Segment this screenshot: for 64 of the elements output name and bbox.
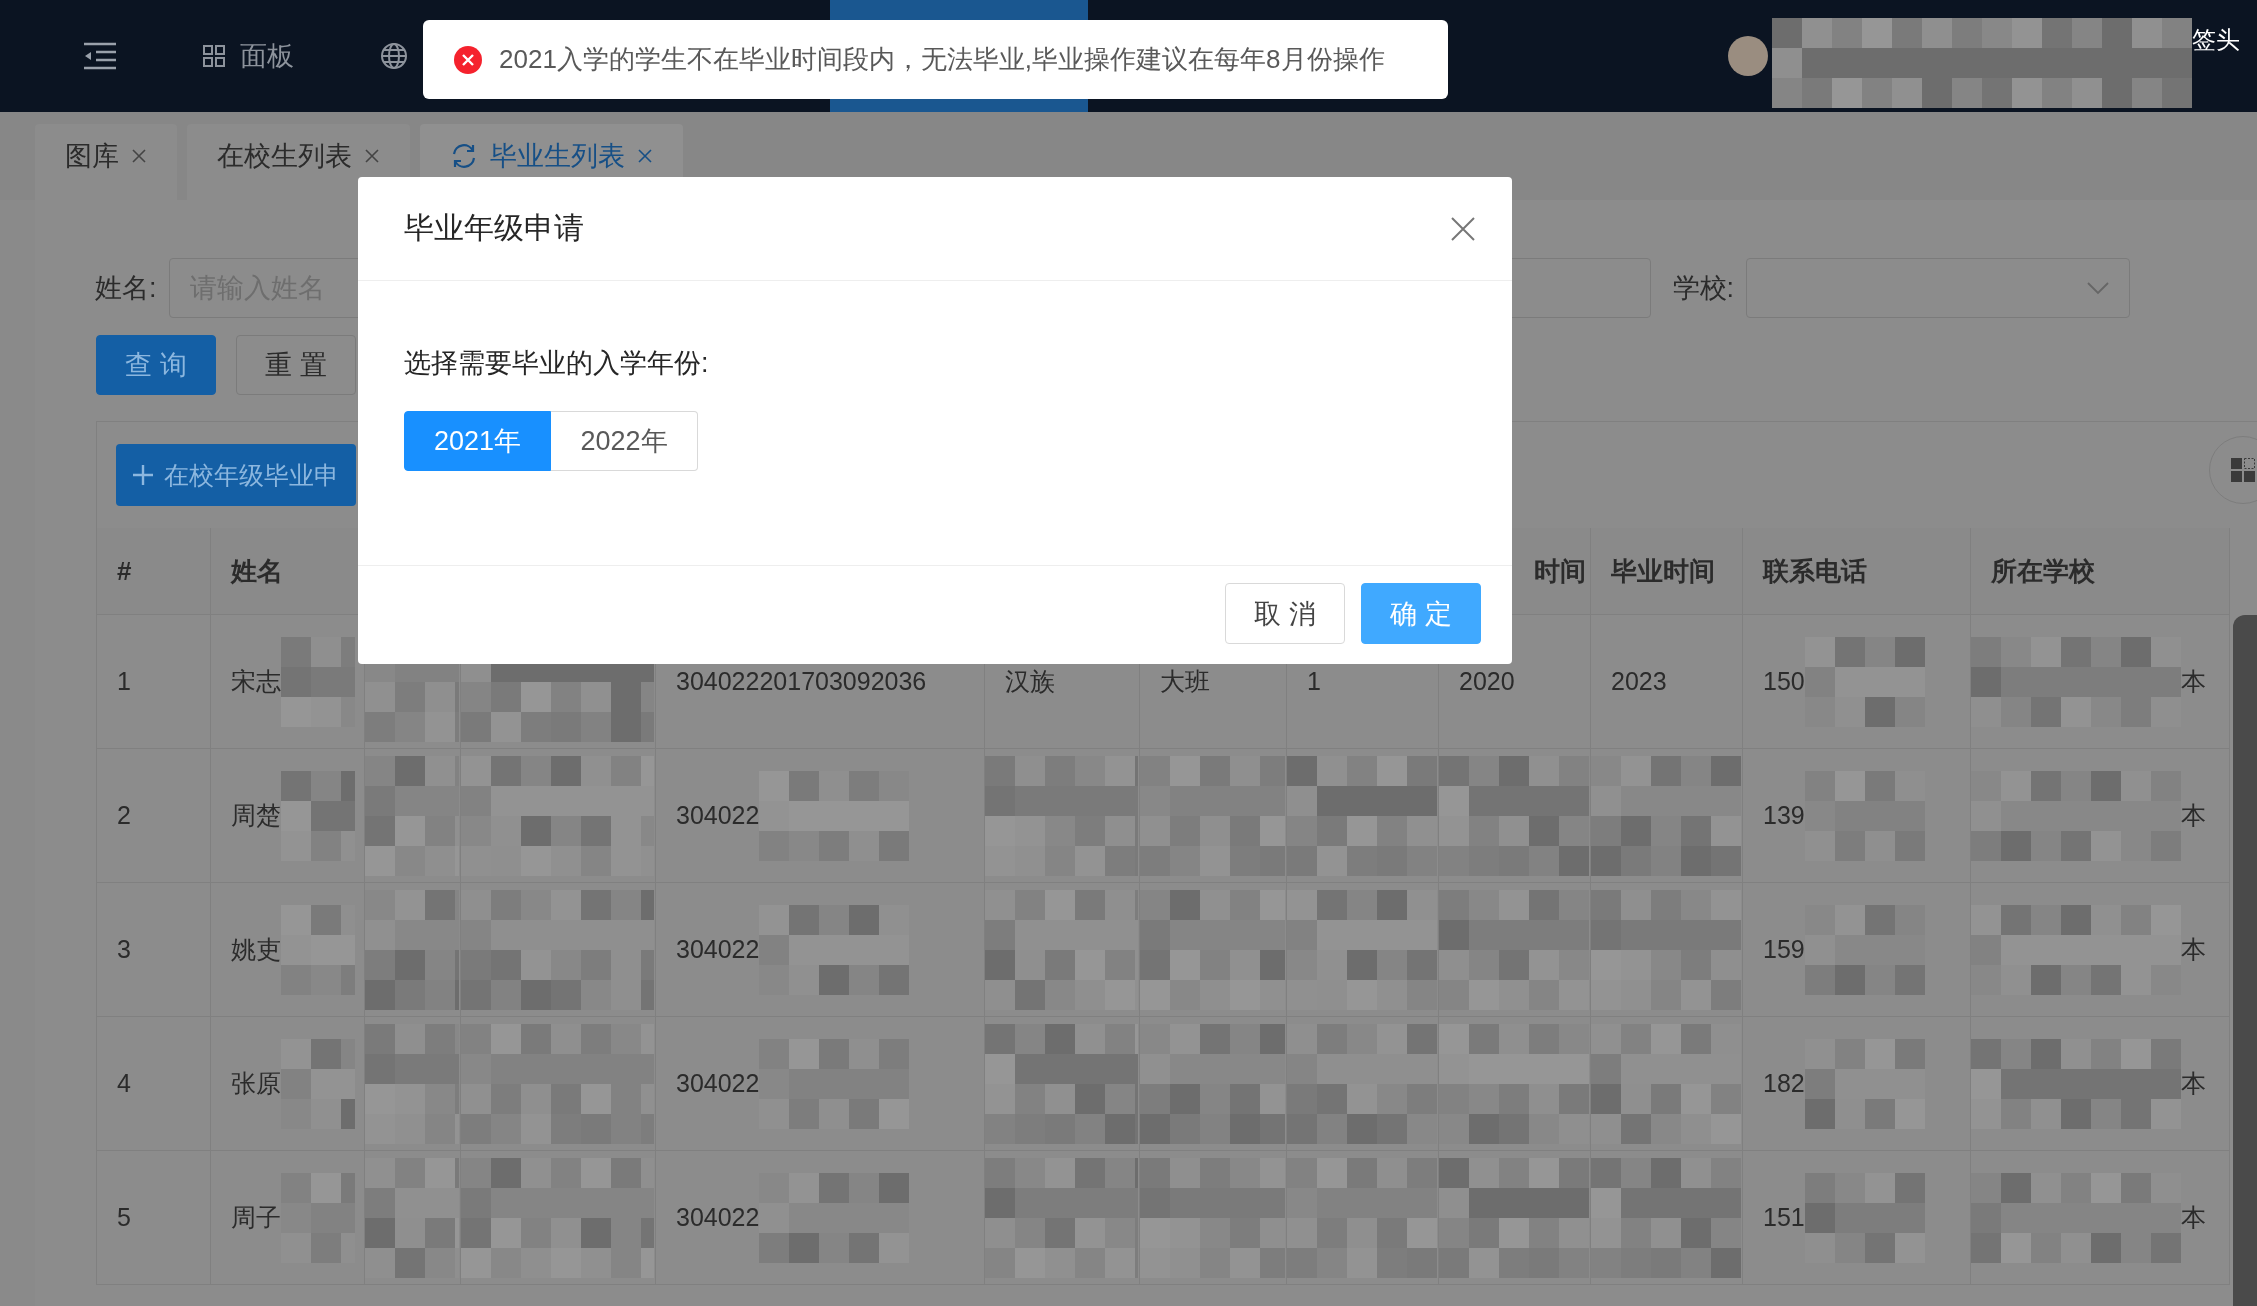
close-icon[interactable] [637,148,653,164]
table-cell: 304022 [676,801,760,830]
column-header: 联系电话 [1743,528,1971,615]
menu-icon[interactable] [82,41,118,71]
table-cell-text: 汉族 [1005,666,1055,697]
table-cell: 5 [117,1203,131,1232]
column-header: # [97,528,211,615]
table-cell: 4 [117,1069,131,1098]
user-name[interactable]: 签头 [2192,24,2240,56]
table-cell: 159 [1763,935,1805,964]
table-cell: 304022 [676,1069,760,1098]
year-option[interactable]: 2021年 [404,411,551,471]
close-icon[interactable] [131,148,147,164]
table-cell: 304022 [676,935,760,964]
field-label: 学校: [1672,272,1735,305]
table-cell: 139 [1763,801,1805,830]
close-icon[interactable] [364,148,380,164]
table-cell-text: 本 [2181,1068,2206,1099]
reset-button[interactable]: 重置 [236,335,356,395]
grid-icon [202,44,226,68]
table-cell-text: 宋志 [231,666,281,697]
field-label: 姓名: [95,272,157,305]
prompt-text: 选择需要毕业的入学年份: [404,347,710,380]
column-header: 所在学校 [1971,528,2230,615]
table-cell: 2023 [1611,667,1667,696]
table-cell-text: 周楚 [231,800,281,831]
year-option[interactable]: 2022年 [551,411,698,471]
table-cell: 182 [1763,1069,1805,1098]
table-cell: 2 [117,801,131,830]
column-header: 毕业时间 [1591,528,1743,615]
avatar[interactable] [1728,36,1768,76]
table-cell: 1 [117,667,131,696]
search-button[interactable]: 查询 [96,335,216,395]
confirm-button[interactable]: 确定 [1361,583,1481,644]
nav-item[interactable]: 面板 [202,0,294,112]
refresh-icon[interactable] [450,142,478,170]
toast-message: 2021入学的学生不在毕业时间段内，无法毕业,毕业操作建议在每年8月份操作 [499,43,1385,76]
table-cell: 150 [1763,667,1805,696]
table-cell-text: 本 [2181,1202,2206,1233]
table-cell: 151 [1763,1203,1805,1232]
layout-icon [2230,457,2256,483]
table-cell: 1 [1307,667,1321,696]
plus-icon [132,464,154,486]
add-button[interactable]: 在校年级毕业申 [116,444,356,506]
table-cell: 3 [117,935,131,964]
error-icon [453,44,483,75]
globe-icon[interactable] [380,42,408,70]
chevron-down-icon [2087,281,2110,295]
cancel-button[interactable]: 取消 [1225,583,1345,644]
table-cell: 304022201703092036 [676,667,927,696]
scrollbar[interactable] [2233,615,2257,1306]
tab[interactable]: 图库 [35,124,177,200]
table-cell-text: 张原 [231,1068,281,1099]
table-cell-text: 姚吏 [231,934,281,965]
table-cell-text: 本 [2181,800,2206,831]
table-cell-text: 本 [2181,666,2206,697]
table-cell-text: 周子 [231,1202,281,1233]
table-cell-text: 大班 [1160,666,1210,697]
dialog-title: 毕业年级申请 [404,210,584,246]
tab[interactable]: 在校生列表 [187,124,410,200]
table-cell-text: 本 [2181,934,2206,965]
table-cell: 2020 [1459,667,1515,696]
layout-button[interactable] [2209,436,2257,504]
table-cell: 304022 [676,1203,760,1232]
